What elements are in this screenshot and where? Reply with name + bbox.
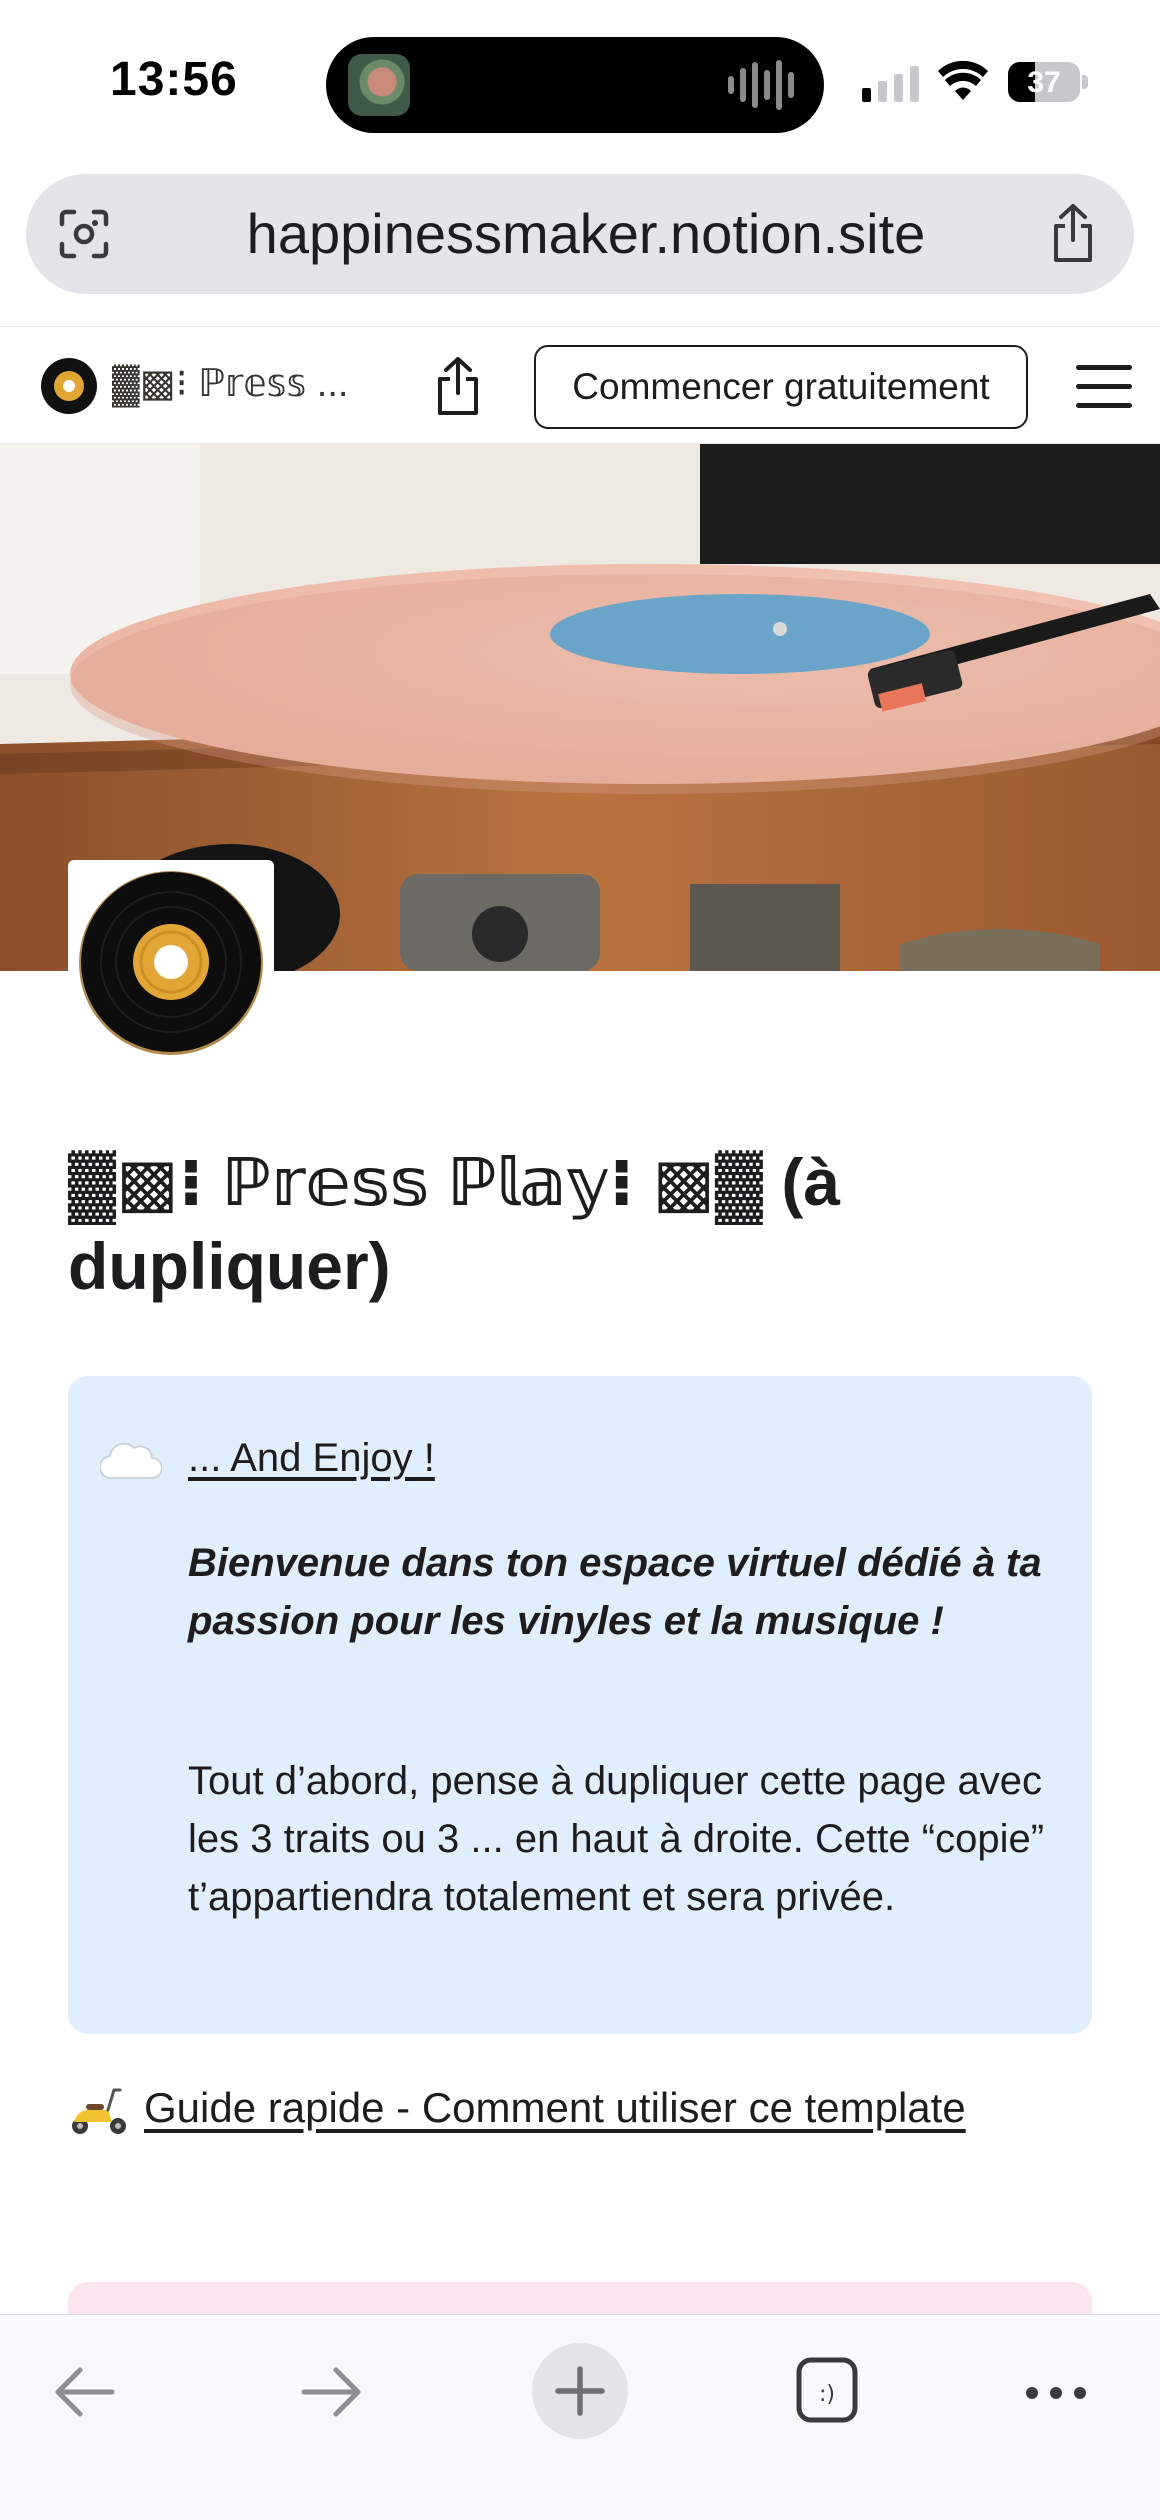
duplicate-instructions-text: Tout d’abord, pense à dupliquer cette pa… bbox=[188, 1759, 1045, 1919]
forward-arrow-icon[interactable] bbox=[300, 2365, 364, 2419]
dynamic-island[interactable] bbox=[326, 37, 824, 133]
scooter-icon bbox=[72, 2088, 126, 2134]
start-free-button[interactable]: Commencer gratuitement bbox=[534, 345, 1028, 429]
tabs-icon[interactable]: :) bbox=[794, 2355, 860, 2425]
share-icon[interactable] bbox=[1048, 202, 1098, 264]
callout-block: ... And Enjoy ! Bienvenue dans ton espac… bbox=[68, 1376, 1092, 2034]
vinyl-logo-icon[interactable] bbox=[40, 357, 98, 415]
battery-icon: 37 bbox=[1008, 62, 1088, 102]
hamburger-menu-icon[interactable] bbox=[1076, 365, 1132, 409]
quick-guide-link[interactable]: Guide rapide - Comment utiliser ce templ… bbox=[144, 2084, 966, 2132]
new-tab-plus-icon bbox=[555, 2366, 605, 2416]
page-icon[interactable] bbox=[68, 860, 274, 1066]
visual-lookup-icon[interactable] bbox=[56, 206, 112, 262]
more-dots-icon[interactable] bbox=[1024, 2373, 1088, 2413]
tabs-glyph: :) bbox=[819, 2382, 835, 2407]
audio-waveform-icon bbox=[728, 59, 794, 111]
back-arrow-icon[interactable] bbox=[52, 2365, 116, 2419]
status-time: 13:56 bbox=[110, 53, 238, 106]
now-playing-artwork-icon bbox=[348, 54, 410, 116]
vinyl-record-icon bbox=[79, 871, 263, 1055]
notion-top-bar: ▓▩⁝ ℙ𝕣𝕖𝕤𝕤 ... Commencer gratuitement bbox=[0, 326, 1160, 444]
browser-toolbar: :) bbox=[0, 2314, 1160, 2520]
and-enjoy-link[interactable]: ... And Enjoy ! bbox=[188, 1436, 435, 1481]
url-text[interactable]: happinessmaker.notion.site bbox=[146, 174, 1026, 294]
cellular-signal-icon bbox=[862, 66, 919, 102]
new-tab-button[interactable] bbox=[532, 2343, 628, 2439]
battery-level: 37 bbox=[1027, 66, 1061, 99]
welcome-text: Bienvenue dans ton espace virtuel dédié … bbox=[188, 1541, 1042, 1643]
wifi-icon bbox=[938, 60, 988, 100]
status-bar: 13:56 37 bbox=[0, 0, 1160, 170]
address-bar[interactable]: happinessmaker.notion.site bbox=[26, 174, 1134, 294]
share-icon[interactable] bbox=[432, 355, 484, 417]
page-title: ▓▩⁝ ℙ𝕣𝕖𝕤𝕤 ℙ𝕝𝕒𝕪⁝ ▩▓ (à dupliquer) bbox=[68, 1145, 841, 1303]
cloud-icon bbox=[100, 1442, 162, 1480]
header-page-title[interactable]: ▓▩⁝ ℙ𝕣𝕖𝕤𝕤 ... bbox=[112, 361, 348, 406]
